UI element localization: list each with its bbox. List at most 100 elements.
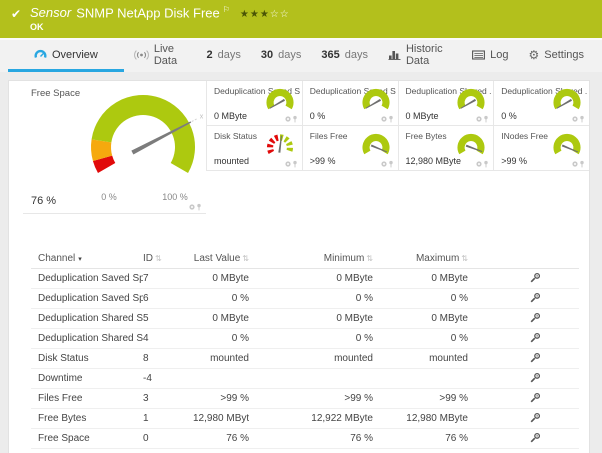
tab-bar: Overview Live Data 2 days 30 days 365 da…: [0, 38, 602, 72]
tab-overview[interactable]: Overview: [8, 40, 124, 72]
tile-corner-icons[interactable]: [475, 160, 490, 168]
gauge-value: 0 MByte: [214, 111, 247, 121]
channel-settings-icon[interactable]: [530, 412, 541, 423]
column-header-minimum[interactable]: Minimum⇅: [249, 248, 373, 269]
gear-wrench-icon: [530, 312, 541, 323]
gauge-tile[interactable]: Files Free >99 %: [302, 126, 398, 171]
table-row[interactable]: Files Free 3 >99 % >99 % >99 %: [31, 389, 579, 409]
gauge-tile[interactable]: Deduplication Shared ... 0 MByte: [398, 81, 494, 126]
stars-empty[interactable]: ☆☆: [270, 9, 290, 20]
tab-log[interactable]: Log: [462, 40, 518, 72]
table-row[interactable]: Disk Status 8 mounted mounted mounted: [31, 349, 579, 369]
tile-corner-icons[interactable]: [188, 203, 203, 211]
gauge-value: 12,980 MByte: [406, 156, 462, 166]
tab-2-days[interactable]: 2 days: [197, 40, 251, 72]
table-row[interactable]: Free Space 0 76 % 76 % 76 %: [31, 429, 579, 449]
column-header-last-value[interactable]: Last Value⇅: [193, 248, 249, 269]
min-value: >99 %: [249, 389, 373, 409]
column-header-id[interactable]: ID⇅: [143, 248, 193, 269]
channel-name[interactable]: Downtime: [31, 369, 143, 389]
column-header-maximum[interactable]: Maximum⇅: [373, 248, 468, 269]
star-rating[interactable]: ★★★☆☆: [240, 9, 290, 20]
table-row[interactable]: Free Bytes 1 12,980 MByte 12,922 MByte 1…: [31, 409, 579, 429]
tile-corner-icons[interactable]: [380, 115, 395, 123]
channel-name[interactable]: Deduplication Saved Sp...: [31, 289, 143, 309]
tile-corner-icons[interactable]: [284, 115, 299, 123]
min-value: >99 %: [249, 449, 373, 453]
gauge-tile[interactable]: INodes Free >99 %: [493, 126, 589, 171]
tab-settings[interactable]: ⚙ Settings: [518, 40, 594, 72]
gear-pin-icons: [571, 160, 586, 168]
tile-corner-icons[interactable]: [475, 115, 490, 123]
channel-id: 7: [143, 269, 193, 289]
gear-wrench-icon: [530, 272, 541, 283]
tile-corner-icons[interactable]: [380, 160, 395, 168]
gauge-section: Free Space x0 %100 % 76 % Deduplication …: [9, 81, 589, 214]
channel-settings-icon[interactable]: [530, 392, 541, 403]
gauge-tile[interactable]: Deduplication Shared ... 0 %: [493, 81, 589, 126]
table-row[interactable]: Deduplication Saved Sp... 6 0 % 0 % 0 %: [31, 289, 579, 309]
min-value: 0 %: [249, 329, 373, 349]
tile-corner-icons[interactable]: [571, 115, 586, 123]
status-badge: OK: [30, 22, 44, 32]
stars-filled[interactable]: ★★★: [240, 9, 270, 20]
tab-label-number: 2: [207, 49, 213, 61]
tab-30-days[interactable]: 30 days: [251, 40, 312, 72]
table-row[interactable]: Deduplication Shared S... 4 0 % 0 % 0 %: [31, 329, 579, 349]
channel-settings-icon[interactable]: [530, 352, 541, 363]
gauge-tile[interactable]: Deduplication Saved S... 0 %: [302, 81, 398, 126]
column-label: Last Value: [194, 253, 241, 264]
channel-settings-icon[interactable]: [530, 272, 541, 283]
channel-name[interactable]: Deduplication Shared S...: [31, 329, 143, 349]
tile-corner-icons[interactable]: [284, 160, 299, 168]
table-row[interactable]: Downtime -4: [31, 369, 579, 389]
channel-name[interactable]: Files Free: [31, 389, 143, 409]
channel-settings-icon[interactable]: [530, 432, 541, 443]
channel-id: 0: [143, 429, 193, 449]
max-value: 0 %: [373, 329, 468, 349]
channel-settings-icon[interactable]: [530, 312, 541, 323]
main-gauge-tile[interactable]: Free Space x0 %100 % 76 %: [23, 81, 206, 214]
gauge-tile[interactable]: Free Bytes 12,980 MByte: [398, 126, 494, 171]
channel-name[interactable]: Free Space: [31, 429, 143, 449]
gear-pin-icons: [475, 115, 490, 123]
column-label: Channel: [38, 253, 75, 264]
gauge-value: 0 %: [310, 111, 326, 121]
tile-corner-icons[interactable]: [571, 160, 586, 168]
table-row[interactable]: Deduplication Shared S... 5 0 MByte 0 MB…: [31, 309, 579, 329]
max-value: mounted: [373, 349, 468, 369]
flag-icon[interactable]: ⚐: [223, 5, 230, 14]
gauge-value: >99 %: [501, 156, 527, 166]
channel-settings-icon[interactable]: [530, 292, 541, 303]
min-value: 0 %: [249, 289, 373, 309]
min-value: mounted: [249, 349, 373, 369]
column-label: Maximum: [416, 253, 459, 264]
channel-table: Channel▾ ID⇅ Last Value⇅ Minimum⇅ Maximu…: [31, 248, 579, 453]
gauge-tile[interactable]: Deduplication Saved S... 0 MByte: [206, 81, 302, 126]
table-row[interactable]: Deduplication Saved Sp... 7 0 MByte 0 MB…: [31, 269, 579, 289]
gear-pin-icons: [380, 115, 395, 123]
channel-name[interactable]: Free Bytes: [31, 409, 143, 429]
tab-historic-data[interactable]: Historic Data: [378, 40, 462, 72]
channel-name[interactable]: Deduplication Shared S...: [31, 309, 143, 329]
channel-name[interactable]: Deduplication Saved Sp...: [31, 269, 143, 289]
tab-365-days[interactable]: 365 days: [311, 40, 378, 72]
channel-settings-icon[interactable]: [530, 372, 541, 383]
gauge-icon: [34, 49, 47, 60]
check-icon: ✔: [11, 7, 21, 21]
gear-pin-icons: [475, 160, 490, 168]
column-header-channel[interactable]: Channel▾: [31, 248, 143, 269]
gauge-tile[interactable]: Disk Status mounted: [206, 126, 302, 171]
gauge-value: 76 %: [31, 195, 56, 207]
sensor-kind-label: Sensor: [30, 5, 71, 20]
table-row[interactable]: INodes Free 2 >99 % >99 % >99 %: [31, 449, 579, 453]
tab-live-data[interactable]: Live Data: [124, 40, 197, 72]
channel-settings-icon[interactable]: [530, 332, 541, 343]
channel-name[interactable]: Disk Status: [31, 349, 143, 369]
gear-pin-icons: [284, 115, 299, 123]
channel-id: 2: [143, 449, 193, 453]
channel-id: 1: [143, 409, 193, 429]
channel-gauge: [357, 88, 395, 115]
channel-name[interactable]: INodes Free: [31, 449, 143, 453]
max-value: [373, 369, 468, 389]
